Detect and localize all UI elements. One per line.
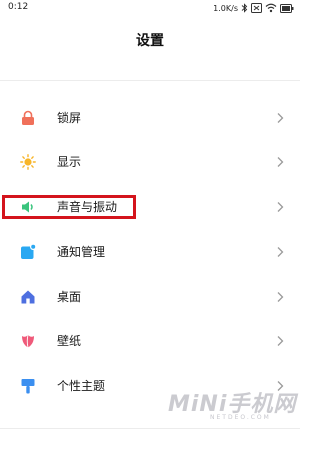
watermark: MiNi手机网 NETDEO.COM	[168, 382, 298, 426]
lock-icon	[20, 110, 36, 126]
menu-item-label: 桌面	[57, 290, 82, 304]
status-time: 0:12	[8, 2, 29, 12]
menu-item-label: 个性主题	[57, 379, 106, 393]
sun-icon	[20, 154, 36, 170]
chevron-right-icon	[276, 112, 284, 124]
chevron-right-icon	[276, 201, 284, 213]
battery-icon	[280, 3, 294, 13]
status-icons: 1.0K/s	[213, 1, 294, 15]
menu-item-wallpaper[interactable]: 壁纸	[0, 323, 300, 359]
sim-icon	[251, 3, 262, 13]
chevron-right-icon	[276, 291, 284, 303]
wifi-icon	[265, 3, 277, 13]
menu-item-lock-screen[interactable]: 锁屏	[0, 100, 300, 136]
home-icon	[20, 289, 36, 305]
chevron-right-icon	[276, 156, 284, 168]
tulip-icon	[20, 333, 36, 349]
page-title: 设置	[136, 33, 164, 49]
chevron-right-icon	[276, 335, 284, 347]
notification-icon	[20, 244, 36, 260]
network-speed: 1.0K/s	[213, 3, 238, 13]
menu-item-desktop[interactable]: 桌面	[0, 279, 300, 315]
divider	[0, 80, 300, 81]
menu-item-label: 显示	[57, 155, 82, 169]
menu-item-label: 通知管理	[57, 245, 106, 259]
chevron-right-icon	[276, 246, 284, 258]
menu-item-notifications[interactable]: 通知管理	[0, 234, 300, 270]
watermark-site: NETDEO.COM	[210, 414, 271, 421]
menu-item-label: 锁屏	[57, 111, 82, 125]
highlight-box	[2, 195, 136, 219]
divider	[0, 428, 300, 429]
brush-icon	[20, 378, 36, 394]
menu-item-label: 壁纸	[57, 334, 82, 348]
bluetooth-icon	[241, 3, 248, 13]
status-bar: 0:12 1.0K/s	[0, 0, 300, 16]
menu-item-display[interactable]: 显示	[0, 144, 300, 180]
